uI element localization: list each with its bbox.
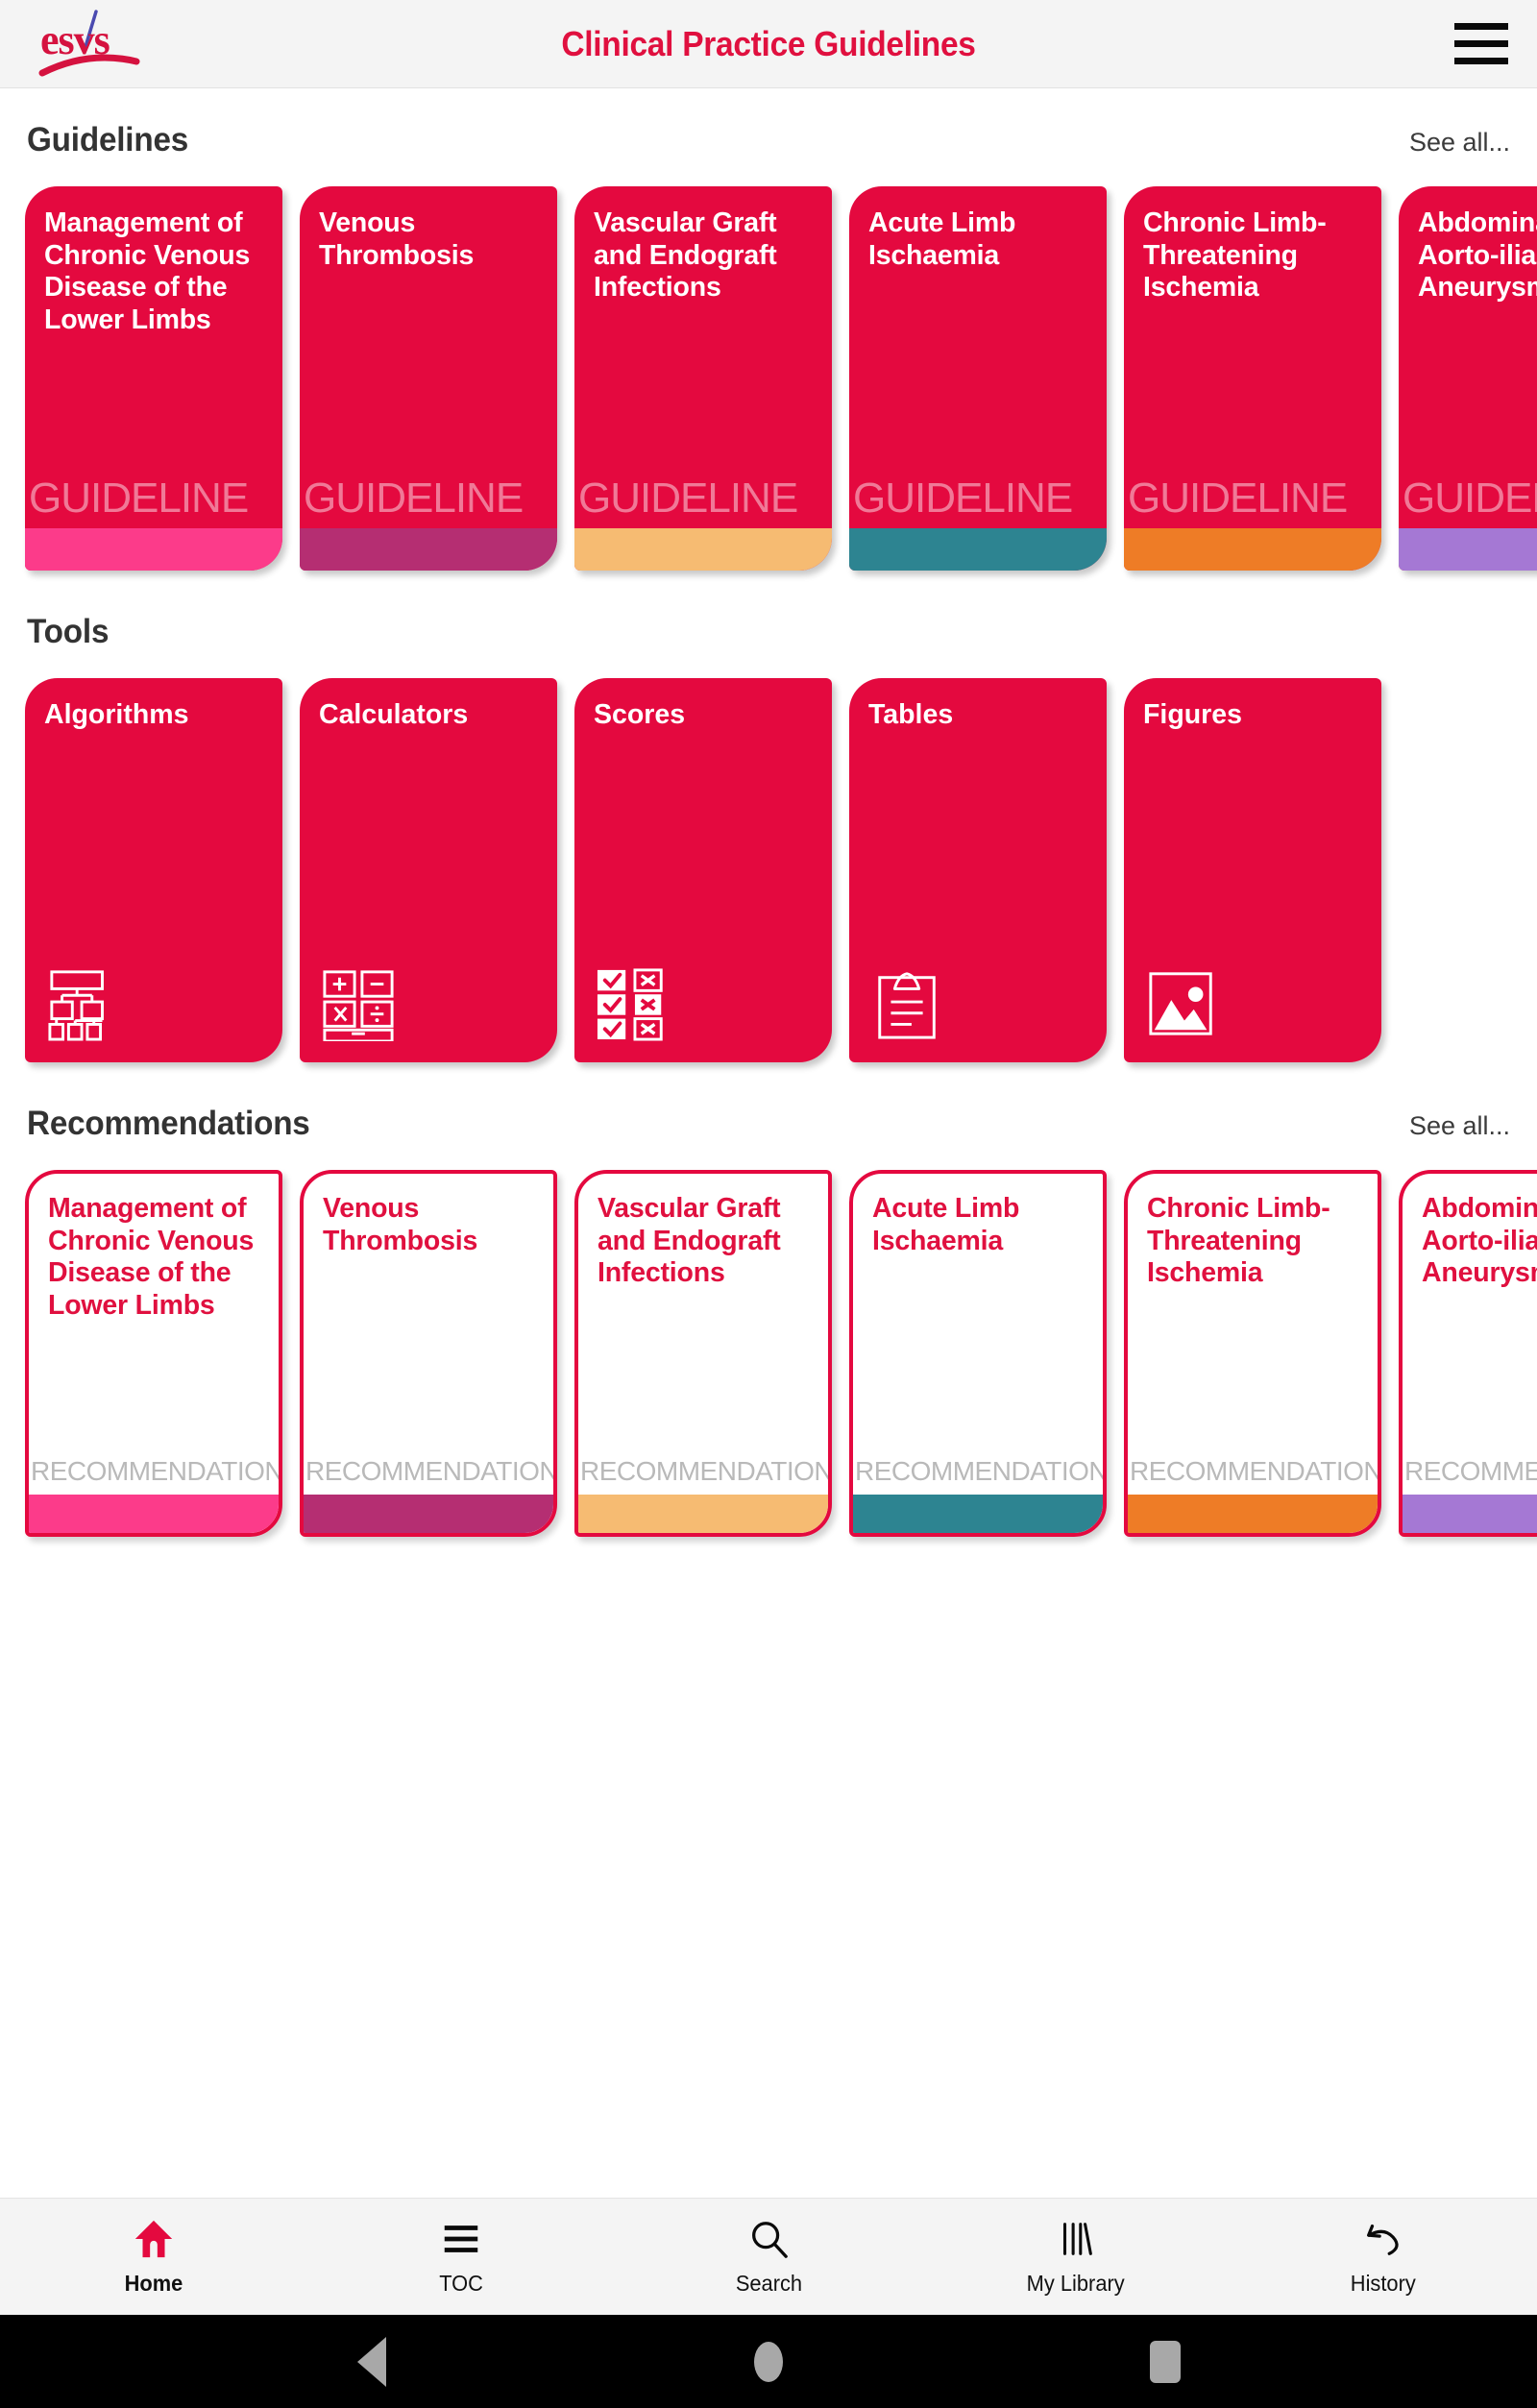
recommendation-card[interactable]: Management of Chronic Venous Disease of … (25, 1170, 282, 1537)
guideline-card-color-strip (849, 528, 1107, 571)
recommendation-card-title: Management of Chronic Venous Disease of … (48, 1193, 255, 1321)
nav-item-label: My Library (1026, 2271, 1125, 2296)
books-icon (1054, 2217, 1098, 2261)
recommendation-card-color-strip (29, 1495, 279, 1533)
guideline-card-color-strip (574, 528, 832, 571)
tool-card-title: Calculators (319, 699, 469, 730)
home-circle-icon[interactable] (744, 2337, 793, 2387)
nav-item-search[interactable]: Search (615, 2199, 922, 2315)
calculator-icon (321, 966, 396, 1041)
recommendation-card[interactable]: Acute Limb Ischaemia RECOMMENDATIONS (849, 1170, 1107, 1537)
nav-item-label: Home (124, 2271, 183, 2296)
guideline-card-color-strip (300, 528, 557, 571)
recommendations-section-header: Recommendations See all... (0, 1105, 1537, 1143)
hamburger-menu-icon[interactable] (1454, 22, 1510, 66)
recommendations-carousel[interactable]: Management of Chronic Venous Disease of … (0, 1160, 1537, 1554)
nav-item-toc[interactable]: TOC (307, 2199, 615, 2315)
guideline-card-title: Acute Limb Ischaemia (868, 207, 1016, 271)
guidelines-section-header: Guidelines See all... (0, 121, 1537, 159)
recommendation-card[interactable]: Vascular Graft and Endograft Infections R… (574, 1170, 832, 1537)
search-icon (746, 2217, 791, 2261)
tools-section-header: Tools (0, 613, 1537, 651)
app-screen: esvs Clinical Practice Guidelines Guidel… (0, 0, 1537, 2408)
checklist-icon (596, 966, 671, 1041)
tool-card-title: Figures (1143, 699, 1242, 730)
recommendation-card-title: Vascular Graft and Endograft Infections (598, 1193, 781, 1289)
tools-carousel[interactable]: Algorithms Calculators Scores Tables Figures (0, 669, 1537, 1080)
guideline-card-title: Vascular Graft and Endograft Infections (594, 207, 777, 304)
tool-card[interactable]: Tables (849, 678, 1107, 1062)
nav-item-home[interactable]: Home (0, 2199, 307, 2315)
tool-card[interactable]: Calculators (300, 678, 557, 1062)
tool-card-title: Algorithms (44, 699, 189, 730)
guideline-card-watermark: GUIDELINE (1403, 474, 1537, 522)
guideline-card-watermark: GUIDELINE (1128, 474, 1348, 522)
recommendation-card-watermark: RECOMMENDATIONS (1130, 1456, 1381, 1486)
tool-card[interactable]: Figures (1124, 678, 1381, 1062)
image-icon (1145, 966, 1220, 1041)
nav-item-history[interactable]: History (1230, 2199, 1537, 2315)
nav-item-label: History (1351, 2271, 1416, 2296)
guideline-card-title: Abdominal Aorto-iliac Artery Aneurysms (1418, 207, 1537, 304)
guideline-card-watermark: GUIDELINE (304, 474, 524, 522)
recommendation-card-color-strip (1403, 1495, 1537, 1533)
guideline-card[interactable]: Abdominal Aorto-iliac Artery Aneurysms GU… (1399, 186, 1537, 571)
nav-item-my-library[interactable]: My Library (922, 2199, 1230, 2315)
guideline-card-color-strip (1124, 528, 1381, 571)
recommendations-see-all-link[interactable]: See all... (1409, 1111, 1510, 1141)
recommendation-card-title: Abdominal Aorto-iliac Artery Aneurysms (1422, 1193, 1537, 1289)
guidelines-carousel[interactable]: Management of Chronic Venous Disease of … (0, 177, 1537, 588)
recommendation-card-watermark: RECOMMENDATIONS (1404, 1456, 1537, 1486)
guideline-card[interactable]: Management of Chronic Venous Disease of … (25, 186, 282, 571)
tool-card[interactable]: Algorithms (25, 678, 282, 1062)
tool-card[interactable]: Scores (574, 678, 832, 1062)
recommendation-card-watermark: RECOMMENDATIONS (31, 1456, 282, 1486)
guideline-card-watermark: GUIDELINE (29, 474, 249, 522)
tool-card-title: Tables (868, 699, 954, 730)
page-title: Clinical Practice Guidelines (561, 23, 976, 63)
guideline-card[interactable]: Chronic Limb-Threatening Ischemia GUIDELI… (1124, 186, 1381, 571)
back-triangle-icon[interactable] (347, 2336, 397, 2387)
bottom-navigation-bar: Home TOC Search My Library History (0, 2198, 1537, 2315)
guideline-card-title: Chronic Limb-Threatening Ischemia (1143, 207, 1327, 304)
home-icon (132, 2217, 176, 2261)
guideline-card[interactable]: Acute Limb Ischaemia GUIDELINE (849, 186, 1107, 571)
guideline-card-color-strip (1399, 528, 1537, 571)
tools-title: Tools (27, 613, 110, 650)
recommendation-card-watermark: RECOMMENDATIONS (855, 1456, 1107, 1486)
guideline-card[interactable]: Venous Thrombosis GUIDELINE (300, 186, 557, 571)
guideline-card-watermark: GUIDELINE (853, 474, 1073, 522)
guideline-card[interactable]: Vascular Graft and Endograft Infections G… (574, 186, 832, 571)
recommendation-card-color-strip (853, 1495, 1103, 1533)
nav-item-label: TOC (439, 2271, 483, 2296)
recommendation-card-title: Chronic Limb-Threatening Ischemia (1147, 1193, 1330, 1289)
android-system-navigation (0, 2315, 1537, 2408)
flowchart-icon (46, 966, 121, 1041)
recommendation-card-color-strip (578, 1495, 828, 1533)
recommendation-card[interactable]: Abdominal Aorto-iliac Artery Aneurysms RE… (1399, 1170, 1537, 1537)
recommendation-card-title: Acute Limb Ischaemia (872, 1193, 1020, 1256)
guideline-card-color-strip (25, 528, 282, 571)
recommendation-card-watermark: RECOMMENDATIONS (580, 1456, 832, 1486)
undo-arrow-icon (1361, 2217, 1405, 2261)
guidelines-see-all-link[interactable]: See all... (1409, 128, 1510, 158)
nav-item-label: Search (735, 2271, 802, 2296)
tool-card-title: Scores (594, 699, 686, 730)
recommendation-card-title: Venous Thrombosis (323, 1193, 478, 1256)
main-content: Guidelines See all... Management of Chro… (0, 88, 1537, 2198)
guidelines-title: Guidelines (27, 121, 189, 158)
recommendation-card[interactable]: Chronic Limb-Threatening Ischemia RECOMME… (1124, 1170, 1381, 1537)
clipboard-icon (870, 966, 945, 1041)
recommendation-card-color-strip (304, 1495, 553, 1533)
recents-square-icon[interactable] (1140, 2337, 1190, 2387)
guideline-card-title: Venous Thrombosis (319, 207, 475, 271)
recommendation-card[interactable]: Venous Thrombosis RECOMMENDATIONS (300, 1170, 557, 1537)
recommendation-card-color-strip (1128, 1495, 1378, 1533)
guideline-card-watermark: GUIDELINE (578, 474, 798, 522)
recommendation-card-watermark: RECOMMENDATIONS (305, 1456, 557, 1486)
app-header: esvs Clinical Practice Guidelines (0, 0, 1537, 88)
recommendations-title: Recommendations (27, 1105, 310, 1142)
guideline-card-title: Management of Chronic Venous Disease of … (44, 207, 251, 335)
list-icon (439, 2217, 483, 2261)
